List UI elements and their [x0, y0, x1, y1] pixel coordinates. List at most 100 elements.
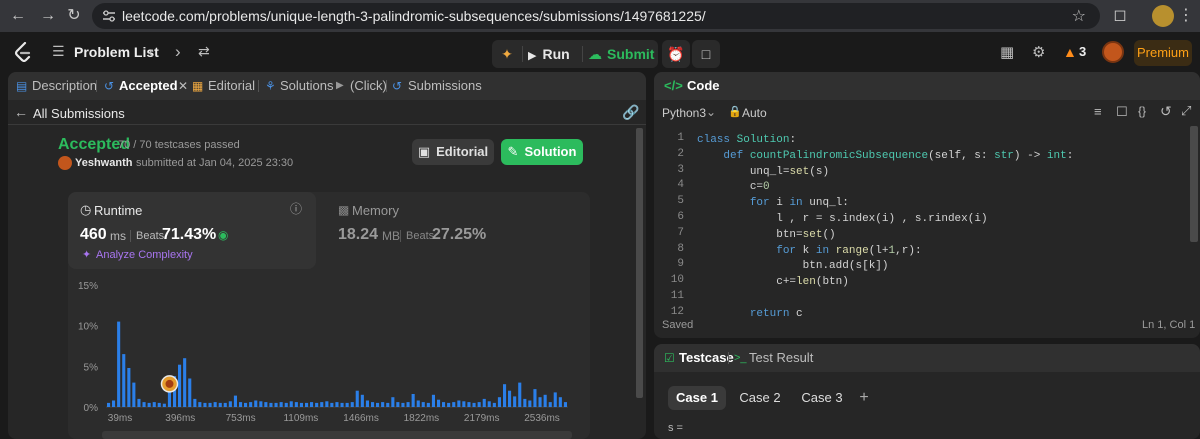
histogram-bar[interactable] [127, 368, 131, 407]
histogram-bar[interactable] [533, 389, 537, 407]
histogram-bar[interactable] [188, 378, 192, 408]
histogram-bar[interactable] [518, 382, 522, 407]
streak-count[interactable]: 3 [1079, 44, 1086, 59]
case-2-tab[interactable]: Case 2 [732, 386, 788, 410]
histogram-bar[interactable] [152, 402, 156, 407]
histogram-bar[interactable] [482, 398, 486, 407]
histogram-bar[interactable] [416, 400, 420, 408]
layout-grid-icon[interactable]: ▦ [1000, 43, 1014, 61]
histogram-bar[interactable] [508, 390, 512, 407]
code-line[interactable]: for i in unq_l: [697, 195, 849, 211]
histogram-bar[interactable] [477, 402, 481, 407]
next-problem-icon[interactable]: › [175, 42, 181, 62]
tab-testcase[interactable]: Testcase [679, 344, 734, 372]
histogram-bar[interactable] [492, 402, 496, 407]
leetcode-logo-icon[interactable] [14, 42, 32, 62]
bookmark-icon[interactable]: ☐ [1116, 104, 1128, 120]
back-arrow-icon[interactable]: ← [14, 104, 28, 120]
histogram-bar[interactable] [340, 402, 344, 407]
histogram-bar[interactable] [553, 392, 557, 407]
code-editor[interactable]: 1 class Solution: 2 def countPalindromicSu… [654, 126, 1200, 320]
histogram-bar[interactable] [228, 401, 232, 407]
streak-flame-icon[interactable]: ▲ [1063, 44, 1077, 60]
histogram-bar[interactable] [284, 402, 288, 407]
left-scrollbar[interactable] [636, 128, 643, 398]
prev-problem-icon[interactable]: ‹ [148, 42, 154, 62]
histogram-bar[interactable] [289, 401, 293, 407]
tab-editorial[interactable]: Editorial [208, 72, 255, 100]
back-arrow-icon[interactable]: ← [8, 6, 28, 26]
reset-icon[interactable]: ↺ [1160, 103, 1172, 120]
debug-icon[interactable]: ✦ [492, 40, 522, 68]
address-bar[interactable]: leetcode.com/problems/unique-length-3-pa… [92, 3, 1100, 29]
tab-test-result[interactable]: Test Result [749, 344, 813, 372]
histogram-bar[interactable] [264, 402, 268, 407]
histogram-bar[interactable] [254, 400, 258, 408]
histogram-bar[interactable] [457, 400, 461, 408]
histogram-bar[interactable] [391, 397, 395, 407]
histogram-bar[interactable] [350, 402, 354, 407]
histogram-bar[interactable] [406, 402, 410, 407]
histogram-bar[interactable] [112, 400, 116, 408]
histogram-bar[interactable] [157, 402, 161, 407]
settings-gear-icon[interactable]: ⚙ [1032, 43, 1045, 61]
all-submissions-link[interactable]: All Submissions [33, 106, 125, 121]
histogram-bar[interactable] [107, 402, 111, 407]
histogram-bar[interactable] [365, 400, 369, 408]
expand-icon[interactable]: ⤢ [1181, 103, 1191, 119]
histogram-bar[interactable] [233, 395, 237, 407]
url-text[interactable]: leetcode.com/problems/unique-length-3-pa… [122, 8, 706, 24]
case-1-tab[interactable]: Case 1 [668, 386, 726, 410]
auto-mode[interactable]: Auto [742, 106, 767, 120]
histogram-bar[interactable] [203, 402, 207, 407]
tab-accepted[interactable]: Accepted [119, 72, 178, 100]
histogram-bar[interactable] [442, 402, 446, 407]
histogram-bar[interactable] [523, 398, 527, 407]
histogram-bar[interactable] [213, 402, 217, 407]
histogram-bar[interactable] [325, 401, 329, 407]
username[interactable]: Yeshwanth [75, 157, 132, 169]
histogram-bar[interactable] [244, 402, 248, 407]
format-icon[interactable]: ≡ [1094, 104, 1102, 119]
histogram-bar[interactable] [178, 364, 182, 407]
histogram-bar[interactable] [142, 402, 146, 407]
profile-avatar[interactable] [1152, 5, 1174, 27]
histogram-bar[interactable] [122, 354, 126, 407]
histogram-bar[interactable] [528, 400, 532, 408]
histogram-bar[interactable] [538, 397, 542, 407]
share-link-icon[interactable]: 🔗 [622, 104, 639, 121]
forward-arrow-icon[interactable]: → [38, 6, 58, 26]
user-avatar[interactable] [1102, 41, 1124, 63]
code-line[interactable]: return c [697, 306, 803, 322]
note-icon[interactable]: □ [692, 40, 720, 68]
histogram-bar[interactable] [558, 397, 562, 407]
histogram-bar[interactable] [513, 396, 517, 407]
histogram-bar[interactable] [218, 402, 222, 407]
reload-icon[interactable]: ↻ [64, 6, 84, 26]
histogram-bar[interactable] [335, 402, 339, 407]
histogram-bar[interactable] [355, 390, 359, 407]
solution-button[interactable]: ✎ Solution [501, 139, 583, 165]
histogram-bar[interactable] [503, 384, 507, 407]
braces-icon[interactable]: {} [1138, 104, 1146, 118]
code-line[interactable]: class Solution: [697, 132, 796, 148]
memory-card[interactable]: ▩ Memory 18.24 MB Beats 27.25% [336, 192, 584, 269]
histogram-bar[interactable] [223, 402, 227, 407]
histogram-bar[interactable] [147, 402, 151, 407]
code-line[interactable]: c=0 [697, 179, 770, 195]
histogram-bar[interactable] [239, 402, 243, 407]
run-button[interactable]: ▶ Run [528, 40, 578, 68]
problem-list-link[interactable]: Problem List [74, 44, 159, 60]
list-icon[interactable]: ☰ [52, 43, 65, 60]
bookmark-star-icon[interactable]: ☆ [1072, 6, 1086, 26]
histogram-bar[interactable] [487, 401, 491, 407]
code-line[interactable]: unq_l=set(s) [697, 164, 829, 180]
histogram-bar[interactable] [452, 402, 456, 407]
close-tab-icon[interactable]: ✕ [178, 72, 188, 100]
histogram-bar[interactable] [381, 402, 385, 407]
histogram-bar[interactable] [447, 402, 451, 407]
histogram-bar[interactable] [315, 402, 319, 407]
histogram-bar[interactable] [563, 402, 567, 407]
chevron-down-icon[interactable]: ⌄ [706, 105, 716, 119]
histogram-bar[interactable] [183, 358, 187, 407]
